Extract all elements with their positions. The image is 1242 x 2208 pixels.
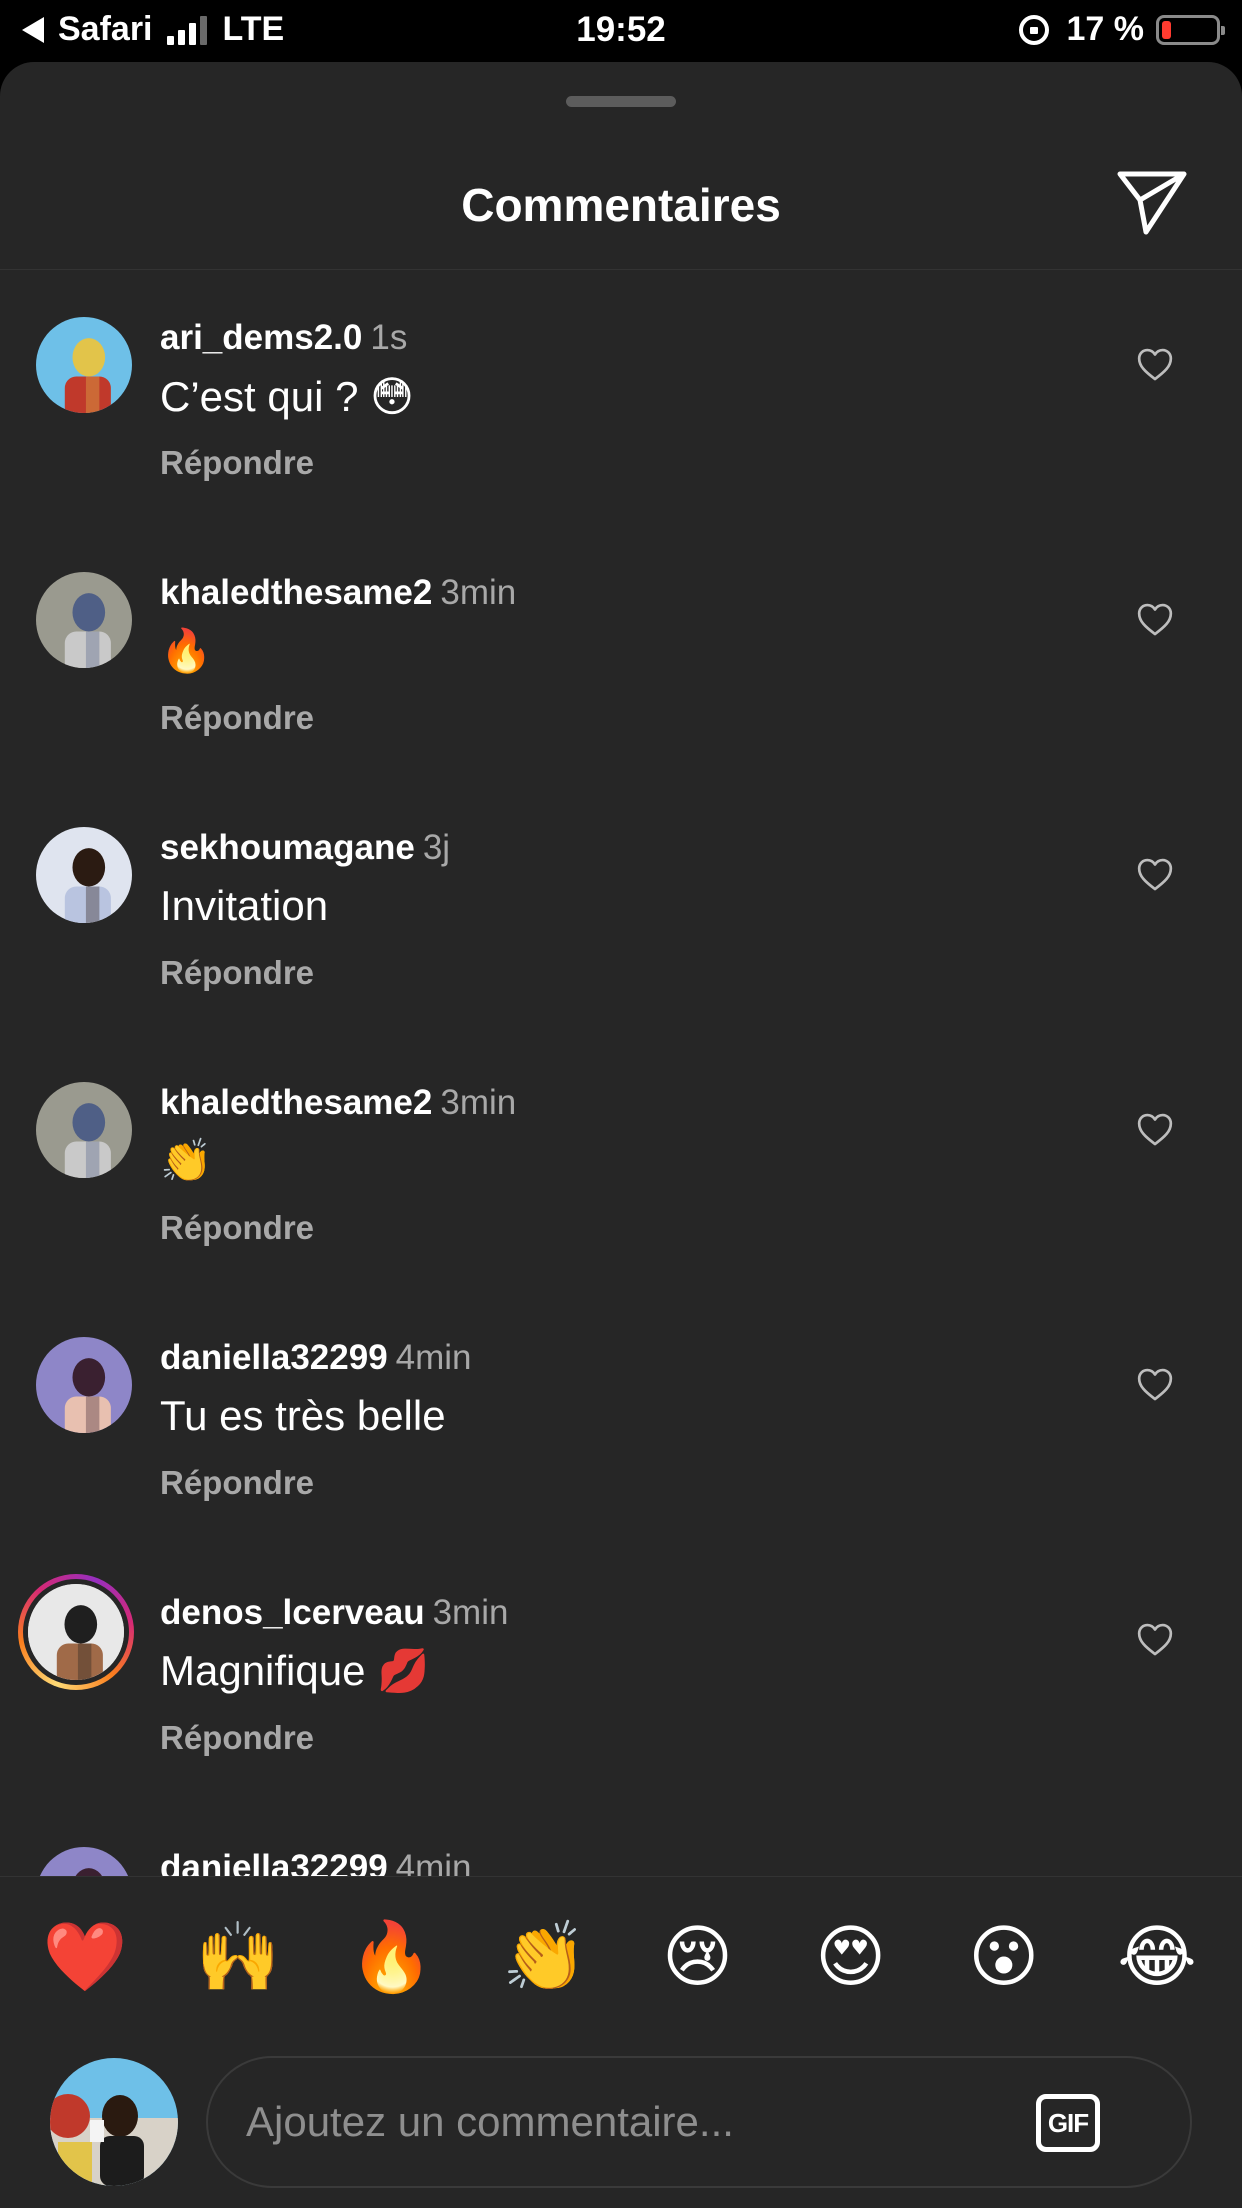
avatar[interactable] xyxy=(36,827,132,923)
comment-item: denos_lcerveau 3min Magnifique 💋 Répondre xyxy=(0,1545,1242,1800)
comment-header: daniella32299 4min xyxy=(160,1338,472,1378)
comment-header: ari_dems2.0 1s xyxy=(160,318,407,358)
avatar[interactable] xyxy=(36,572,132,668)
comment-timestamp: 3min xyxy=(440,1083,517,1122)
comment-header: khaledthesame2 3min xyxy=(160,573,516,613)
comment-item: ari_dems2.0 1s C’est qui ? 😳 Répondre xyxy=(0,270,1242,525)
comment-username[interactable]: khaledthesame2 xyxy=(160,1083,432,1122)
reply-button[interactable]: Répondre xyxy=(160,954,314,992)
comment-composer: GIF xyxy=(0,2036,1242,2208)
avatar[interactable] xyxy=(36,1847,132,1876)
page-title: Commentaires xyxy=(461,179,781,231)
reply-button[interactable]: Répondre xyxy=(160,1209,314,1247)
comment-text: 👏 xyxy=(160,1137,213,1184)
comment-timestamp: 4min xyxy=(395,1338,472,1377)
comment-item: daniella32299 4min xyxy=(0,1800,1242,1876)
battery-icon xyxy=(1156,14,1225,45)
comment-text: Tu es très belle xyxy=(160,1392,446,1439)
comment-username[interactable]: daniella32299 xyxy=(160,1338,388,1377)
avatar[interactable] xyxy=(36,317,132,413)
like-heart-icon[interactable] xyxy=(1136,346,1174,382)
reply-button[interactable]: Répondre xyxy=(160,444,314,482)
emoji-reaction-button[interactable]: 😢 xyxy=(643,1902,753,2012)
gif-button[interactable]: GIF xyxy=(1036,2094,1100,2152)
emoji-reaction-button[interactable]: 🙌 xyxy=(183,1902,293,2012)
paper-plane-icon[interactable] xyxy=(1116,170,1188,236)
comment-timestamp: 3j xyxy=(422,828,451,867)
status-bar: Safari LTE 19:52 17 % xyxy=(0,0,1242,62)
comment-text: C’est qui ? 😳 xyxy=(160,373,414,420)
comment-text: Invitation xyxy=(160,882,329,929)
comment-timestamp: 1s xyxy=(370,318,408,357)
comment-item: daniella32299 4min Tu es très belle Répondr… xyxy=(0,1290,1242,1545)
battery-percent: 17 % xyxy=(1066,10,1145,48)
comment-item: khaledthesame2 3min 🔥 Répondre xyxy=(0,525,1242,780)
comment-list[interactable]: ari_dems2.0 1s C’est qui ? 😳 Répondre khaled… xyxy=(0,270,1242,1876)
comments-sheet: Commentaires ari_dems2.0 1s C’est qui ? 😳 R… xyxy=(0,62,1242,2208)
avatar[interactable] xyxy=(36,1082,132,1178)
comment-input-wrapper[interactable]: GIF xyxy=(206,2056,1192,2188)
comment-item: sekhoumagane 3j Invitation Répondre xyxy=(0,780,1242,1035)
comment-header: daniella32299 4min xyxy=(160,1848,472,1876)
comment-username[interactable]: daniella32299 xyxy=(160,1848,388,1876)
comment-input[interactable] xyxy=(246,2058,1006,2186)
comment-header: sekhoumagane 3j xyxy=(160,828,450,868)
comment-header: denos_lcerveau 3min xyxy=(160,1593,508,1633)
comment-timestamp: 3min xyxy=(440,573,517,612)
like-heart-icon[interactable] xyxy=(1136,1366,1174,1402)
reply-button[interactable]: Répondre xyxy=(160,1464,314,1502)
like-heart-icon[interactable] xyxy=(1136,601,1174,637)
comment-timestamp: 4min xyxy=(395,1848,472,1876)
comment-username[interactable]: ari_dems2.0 xyxy=(160,318,362,357)
emoji-reaction-button[interactable]: ❤️ xyxy=(30,1902,140,2012)
sheet-grabber[interactable] xyxy=(566,96,676,107)
avatar-story-ring[interactable] xyxy=(18,1574,134,1690)
avatar[interactable] xyxy=(36,1337,132,1433)
emoji-reaction-button[interactable]: 😮 xyxy=(949,1902,1059,2012)
emoji-reaction-button[interactable]: 😂 xyxy=(1102,1902,1212,2012)
comment-item: khaledthesame2 3min 👏 Répondre xyxy=(0,1035,1242,1290)
emoji-reaction-button[interactable]: 🔥 xyxy=(336,1902,446,2012)
like-heart-icon[interactable] xyxy=(1136,856,1174,892)
status-right: 17 % xyxy=(1018,10,1225,49)
comment-text: 🔥 xyxy=(160,627,213,674)
comment-header: khaledthesame2 3min xyxy=(160,1083,516,1123)
emoji-reaction-button[interactable]: 👏 xyxy=(489,1902,599,2012)
emoji-reaction-bar: ❤️ 🙌 🔥 👏 😢 😍 😮 😂 xyxy=(0,1876,1242,2036)
like-heart-icon[interactable] xyxy=(1136,1621,1174,1657)
my-avatar xyxy=(50,2058,178,2186)
comment-username[interactable]: denos_lcerveau xyxy=(160,1593,425,1632)
like-heart-icon[interactable] xyxy=(1136,1111,1174,1147)
emoji-reaction-button[interactable]: 😍 xyxy=(796,1902,906,2012)
reply-button[interactable]: Répondre xyxy=(160,1719,314,1757)
comment-text: Magnifique 💋 xyxy=(160,1647,430,1694)
comment-timestamp: 3min xyxy=(432,1593,509,1632)
comment-username[interactable]: khaledthesame2 xyxy=(160,573,432,612)
comment-username[interactable]: sekhoumagane xyxy=(160,828,415,867)
rotation-lock-icon xyxy=(1018,14,1049,45)
reply-button[interactable]: Répondre xyxy=(160,699,314,737)
sheet-header: Commentaires xyxy=(0,62,1242,270)
